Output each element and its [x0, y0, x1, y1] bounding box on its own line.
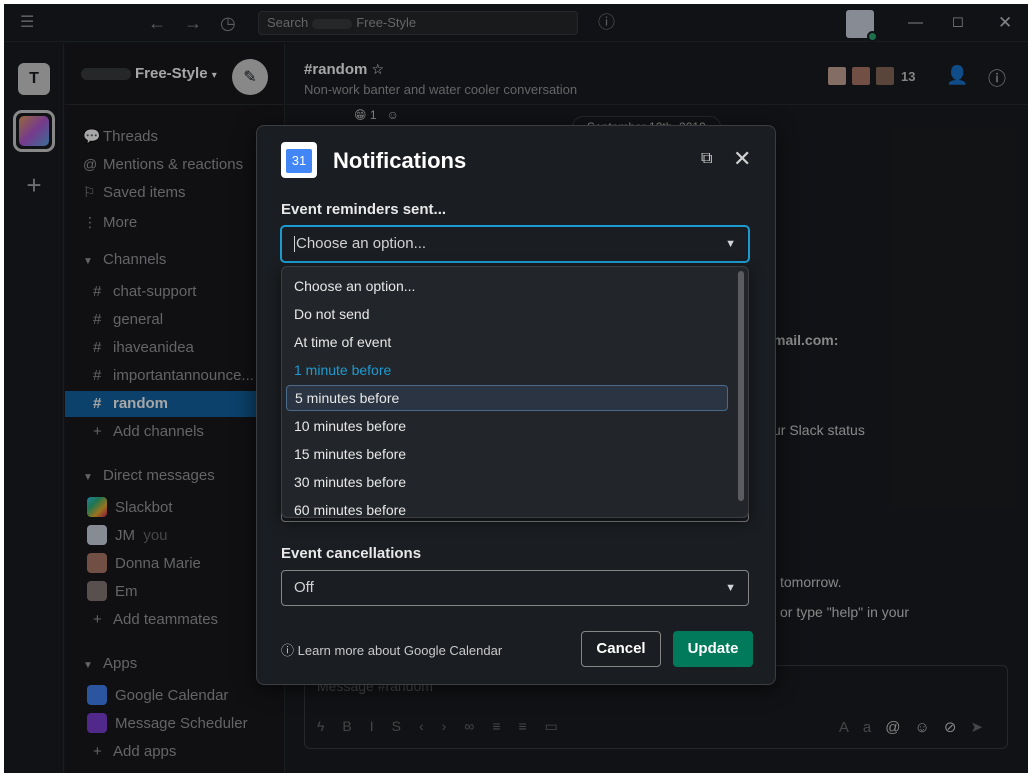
cancellations-label: Event cancellations [281, 545, 422, 562]
update-button[interactable]: Update [673, 631, 753, 667]
reminders-dropdown-list[interactable]: Choose an option... Do not send At time … [281, 266, 749, 518]
cancel-button[interactable]: Cancel [581, 631, 661, 667]
close-icon[interactable]: ✕ [733, 146, 751, 172]
help-circle-icon: ⓘ [281, 643, 295, 658]
learn-more-link[interactable]: ⓘ Learn more about Google Calendar [281, 640, 502, 659]
modal-title: Notifications [333, 148, 467, 173]
chevron-down-icon: ▼ [725, 238, 736, 250]
external-link-icon[interactable]: ⧉ [701, 150, 712, 168]
option-choose[interactable]: Choose an option... [286, 273, 728, 299]
option-at-time[interactable]: At time of event [286, 329, 728, 355]
slack-window: ☰ ← → ◷ Search Free-Style ⓘ — ☐ ✕ T + Fre… [4, 4, 1028, 773]
cancellations-select-value: Off [294, 579, 314, 596]
option-1-minute[interactable]: 1 minute before [286, 357, 728, 383]
option-10-minutes[interactable]: 10 minutes before [286, 413, 728, 439]
cancellations-select[interactable]: Off ▼ [281, 570, 749, 606]
option-5-minutes[interactable]: 5 minutes before [286, 385, 728, 411]
option-15-minutes[interactable]: 15 minutes before [286, 441, 728, 467]
reminders-select-value: Choose an option... [296, 235, 427, 252]
reminders-select[interactable]: Choose an option... ▼ [281, 226, 749, 262]
google-calendar-logo: 31 [281, 142, 317, 178]
notifications-modal: 31 Notifications ⧉ ✕ Event reminders sen… [256, 125, 776, 685]
chevron-down-icon: ▼ [725, 582, 736, 594]
dropdown-scrollbar[interactable] [738, 271, 744, 501]
reminders-label: Event reminders sent... [281, 201, 447, 218]
text-caret [294, 236, 295, 253]
option-do-not-send[interactable]: Do not send [286, 301, 728, 327]
option-30-minutes[interactable]: 30 minutes before [286, 469, 728, 495]
option-60-minutes[interactable]: 60 minutes before [286, 497, 728, 517]
calendar-logo-text: 31 [286, 149, 312, 173]
